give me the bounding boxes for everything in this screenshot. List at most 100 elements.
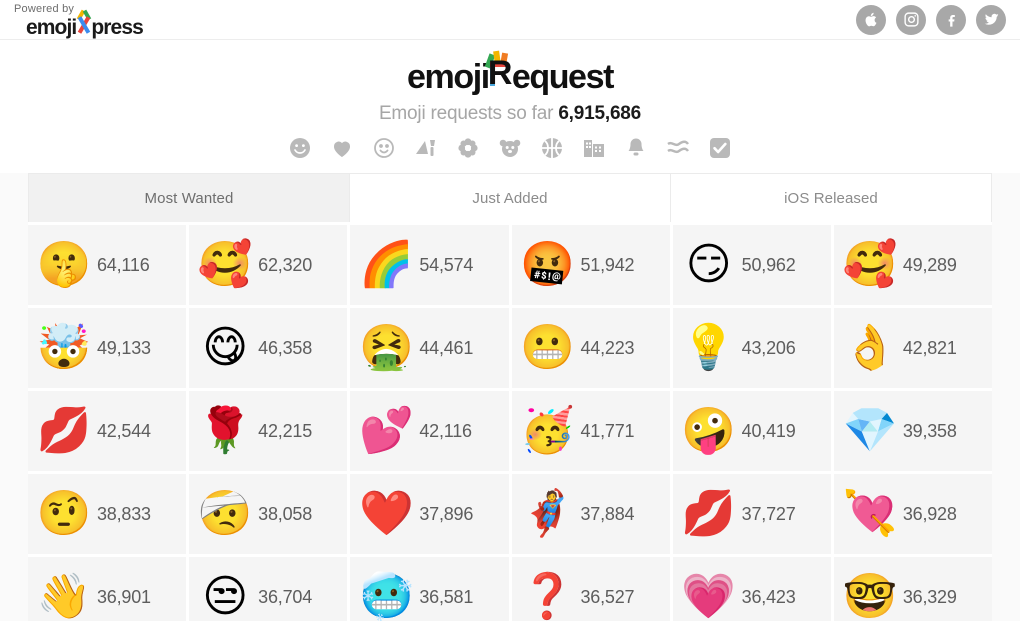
superhero-face-icon: 🦸	[520, 488, 575, 539]
emoji-request-count: 36,704	[258, 586, 313, 607]
ball-icon[interactable]	[539, 135, 565, 161]
emoji-cell[interactable]: 💋 42,544	[28, 391, 187, 471]
black-rose-icon: 🌹	[197, 405, 253, 456]
emoji-cell[interactable]: 🥰 49,289	[833, 225, 992, 305]
emoji-request-count: 42,215	[258, 420, 313, 441]
colorful-r-icon: R	[484, 50, 514, 90]
girl-face-with-glasses-icon: 🤓	[842, 571, 898, 621]
exploding-head-icon: 🤯	[36, 322, 92, 373]
emoji-request-count: 50,962	[741, 254, 796, 275]
emoji-request-count: 38,058	[258, 503, 313, 524]
emoji-cell[interactable]: 🌹 42,215	[189, 391, 348, 471]
animal-icon[interactable]	[497, 135, 523, 161]
idea-face-icon: 💡	[681, 322, 737, 373]
emoji-request-count: 44,223	[580, 337, 635, 358]
emoji-request-count: 39,358	[902, 420, 957, 441]
emoji-cell[interactable]: 👋 36,901	[28, 557, 187, 621]
emoji-cell[interactable]: 💋 37,727	[672, 474, 831, 554]
brand-wordmark: emoji press	[26, 9, 144, 39]
emoji-cell[interactable]: 💘 36,928	[833, 474, 992, 554]
emoji-cell[interactable]: 🥰 62,320	[189, 225, 348, 305]
emoji-request-count: 43,206	[741, 337, 796, 358]
social-links	[856, 4, 1006, 35]
two-hearts-icon: 💕	[358, 405, 414, 456]
emoji-request-count: 42,116	[419, 420, 472, 441]
emoji-request-count: 54,574	[419, 254, 474, 275]
face-vomiting-icon: 🤮	[358, 322, 414, 373]
emoji-cell[interactable]: 🤬 51,942	[511, 225, 670, 305]
emoji-cell[interactable]: 😒 36,704	[189, 557, 348, 621]
emoji-cell[interactable]: 🤨 38,833	[28, 474, 187, 554]
brand-prefix: emoji	[26, 15, 77, 39]
emoji-request-count: 62,320	[258, 254, 313, 275]
instagram-icon[interactable]	[896, 4, 926, 35]
partying-face-icon: 🥳	[520, 405, 575, 456]
category-filter-bar	[0, 125, 1020, 173]
emoji-cell[interactable]: 😏 50,962	[672, 225, 831, 305]
emoji-request-count: 38,833	[97, 503, 151, 524]
emoji-request-count: 46,358	[258, 337, 313, 358]
tab-most-wanted[interactable]: Most Wanted	[29, 174, 350, 222]
emoji-cell[interactable]: 🤕 38,058	[189, 474, 348, 554]
request-counter-label: Emoji requests so far	[378, 103, 554, 124]
emoji-cell[interactable]: 🦸 37,884	[511, 474, 670, 554]
emoji-cell[interactable]: 🤓 36,329	[833, 557, 992, 621]
apple-icon[interactable]	[856, 4, 886, 35]
bruised-face-icon: 🤕	[197, 488, 253, 539]
emoji-cell[interactable]: 🤪 40,419	[672, 391, 831, 471]
flower-icon[interactable]	[455, 135, 481, 161]
shushing-face-icon: 🤫	[36, 239, 92, 290]
rainbow-heart-icon: 🌈	[358, 239, 414, 290]
emoji-request-count: 51,942	[580, 254, 635, 275]
emoji-cell[interactable]: 🤮 44,461	[350, 308, 509, 388]
questioning-face-icon: ❓	[520, 571, 575, 621]
black-kiss-mark-icon: 💋	[681, 488, 737, 539]
face-with-pink-hearts-icon: 🥰	[842, 239, 898, 290]
emojixpress-logo[interactable]: Powered by emoji press	[12, 2, 144, 39]
food-icon[interactable]	[413, 135, 439, 161]
emoji-cell[interactable]: 💕 42,116	[350, 391, 509, 471]
emoji-request-count: 49,289	[902, 254, 957, 275]
heart-icon[interactable]	[329, 135, 355, 161]
top-bar: Powered by emoji press	[0, 0, 1020, 40]
emoji-cell[interactable]: 😬 44,223	[511, 308, 670, 388]
twitter-icon[interactable]	[976, 4, 1006, 35]
facebook-icon[interactable]	[936, 4, 966, 35]
smiling-face-with-hearts-icon: 🥰	[197, 239, 253, 290]
zany-face-icon: 🤪	[681, 405, 737, 456]
flag-icon[interactable]	[665, 135, 691, 161]
ok-face-icon: 👌	[842, 322, 898, 373]
people-icon[interactable]	[371, 135, 397, 161]
emoji-request-count: 36,329	[902, 586, 957, 607]
emoji-request-count: 41,771	[580, 420, 635, 441]
title-suffix: equest	[511, 58, 615, 96]
emoji-cell[interactable]: 🥳 41,771	[511, 391, 670, 471]
heart-on-fire-icon: ❤️	[358, 488, 414, 539]
request-counter: Emoji requests so far 6,915,686	[0, 103, 1020, 125]
buildings-icon[interactable]	[581, 135, 607, 161]
emoji-cell[interactable]: ❤️ 37,896	[350, 474, 509, 554]
emoji-cell[interactable]: 💗 36,423	[672, 557, 831, 621]
tab-just-added[interactable]: Just Added	[350, 174, 671, 222]
emoji-cell[interactable]: 🤯 49,133	[28, 308, 187, 388]
emoji-cell[interactable]: 👌 42,821	[833, 308, 992, 388]
page-title: emoji R equest	[407, 50, 615, 96]
emoji-cell[interactable]: 💡 43,206	[672, 308, 831, 388]
pink-heart-icon: 💗	[681, 571, 737, 621]
emoji-cell[interactable]: 🤫 64,116	[28, 225, 187, 305]
emoji-cell[interactable]: 🥶 36,581	[350, 557, 509, 621]
emoji-cell[interactable]: ❓ 36,527	[511, 557, 670, 621]
emoji-request-count: 44,461	[419, 337, 474, 358]
bell-icon[interactable]	[623, 135, 649, 161]
tab-ios-released[interactable]: iOS Released	[671, 174, 991, 222]
check-icon[interactable]	[707, 135, 733, 161]
emoji-request-count: 49,133	[97, 337, 151, 358]
emoji-cell[interactable]: 😋 46,358	[189, 308, 348, 388]
emoji-request-count: 42,821	[902, 337, 957, 358]
emoji-request-count: 40,419	[741, 420, 796, 441]
dabbing-face-icon: 😏	[685, 239, 732, 290]
emoji-cell[interactable]: 🌈 54,574	[350, 225, 509, 305]
emoji-request-count: 37,884	[580, 503, 635, 524]
smiley-icon[interactable]	[287, 135, 313, 161]
emoji-cell[interactable]: 💎 39,358	[833, 391, 992, 471]
